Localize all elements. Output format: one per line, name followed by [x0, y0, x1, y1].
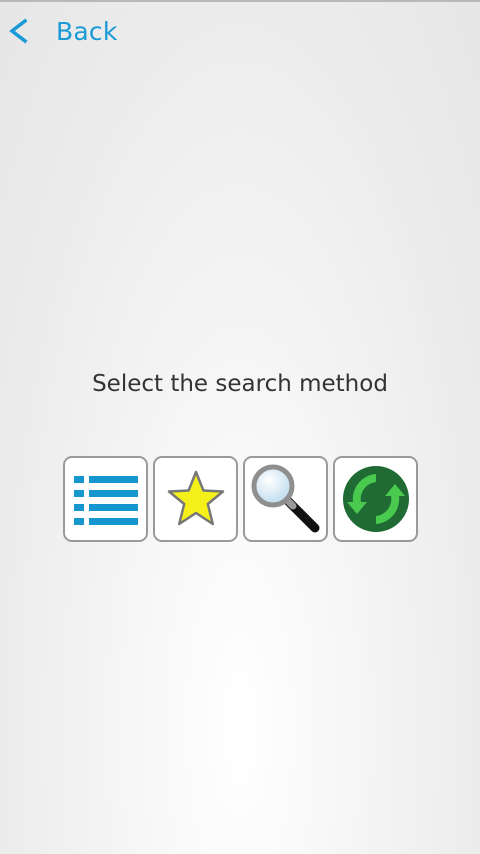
- list-method-button[interactable]: [63, 456, 148, 542]
- recycle-method-button[interactable]: [333, 456, 418, 542]
- star-icon: [167, 470, 224, 526]
- back-label: Back: [56, 16, 118, 46]
- favorites-method-button[interactable]: [153, 456, 238, 542]
- action-bar: Back: [0, 2, 480, 60]
- recycle-icon: [342, 466, 409, 532]
- chevron-left-icon: [9, 18, 28, 44]
- page-prompt: Select the search method: [92, 371, 388, 397]
- back-button[interactable]: Back: [0, 2, 118, 60]
- search-method-button[interactable]: [243, 456, 328, 542]
- list-icon: [73, 476, 138, 525]
- search-method-group: [63, 456, 418, 542]
- magnifier-icon: [251, 464, 319, 533]
